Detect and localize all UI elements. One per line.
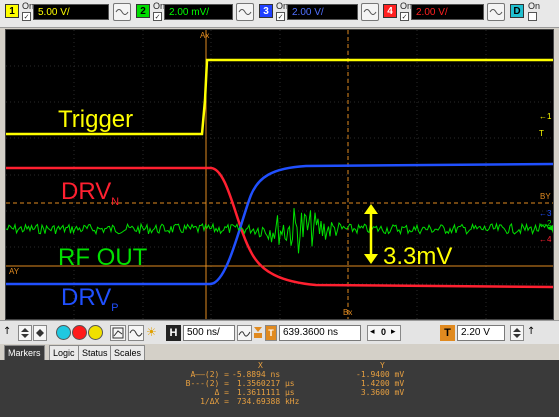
drvn-annotation: DRVN (61, 180, 119, 208)
marker-ax-label[interactable]: Ax (200, 32, 209, 40)
timebase-wave-icon[interactable] (237, 325, 252, 341)
channel-4-offset-indicator[interactable]: ←4 (539, 236, 551, 244)
marker-b-y: 1.4200 mV (356, 379, 405, 388)
delay-marker-icon[interactable] (253, 325, 263, 341)
zoom-right-icon[interactable]: ▸ (391, 327, 396, 337)
channel-3-scale-field[interactable]: 2.00 V/ (287, 4, 358, 20)
tab-scales[interactable]: Scales (110, 345, 146, 360)
bottom-tabs: Markers Logic Status Scales (0, 344, 559, 360)
trigger-slope-icon[interactable]: ↑ (527, 325, 539, 341)
channel-3-button[interactable]: 3 (259, 4, 273, 18)
channel-4-scale-field[interactable]: 2.00 V/ (411, 4, 484, 20)
trigger-arrow-icon[interactable]: ↑ (3, 325, 15, 341)
marker-ay-label[interactable]: AY (9, 268, 19, 276)
channel-4-button[interactable]: 4 (383, 4, 397, 18)
marker-b-x: 1.3560217 µs (232, 379, 295, 388)
channel-2-coupling-icon[interactable] (236, 3, 254, 21)
digital-button[interactable]: D (510, 4, 524, 18)
trigger-annotation: Trigger (58, 106, 134, 133)
digital-on-checkbox[interactable] (528, 12, 537, 21)
marker-a-y: -1.9400 mV (356, 370, 405, 379)
channel-4-on-checkbox[interactable]: ✓ (400, 12, 409, 21)
waveform-tool-icon[interactable] (128, 325, 144, 341)
trigger-level-field[interactable]: 2.20 V (457, 325, 505, 341)
rfout-annotation: RF OUT (58, 244, 148, 271)
drvn-main-text: DRV (61, 178, 112, 205)
zoom-value: 0 (381, 327, 387, 337)
control-toolbar: ↑ ☀ H 500 ns/ T 639.3600 ns ◂ 0 ▸ T 2.20… (0, 320, 559, 344)
spin-leftright-button[interactable] (33, 325, 47, 341)
delay-reference-icon[interactable]: T (265, 325, 277, 341)
channel-1-trigger-indicator[interactable]: T (539, 130, 544, 138)
autoscale-icon[interactable] (110, 325, 126, 341)
marker-b-name: B---(2) = (185, 379, 229, 388)
marker-delta-x: 1.3611111 µs (232, 388, 295, 397)
marker-bx-label[interactable]: Bx (343, 309, 352, 317)
marker-a-x: -5.8894 ns (232, 370, 281, 379)
tab-logic[interactable]: Logic (49, 345, 79, 360)
oscilloscope-app: 1 On ✓ 5.00 V/ 2 On ✓ 2.00 mV/ 3 On ✓ 2.… (0, 0, 559, 417)
marker-inv-delta-name: 1/ΔX = (200, 397, 229, 406)
horizontal-label: H (166, 325, 181, 341)
channel-1-offset-indicator[interactable]: ←1 (539, 113, 551, 121)
drvp-subscript: P (111, 301, 119, 314)
zoom-stepper[interactable]: ◂ 0 ▸ (367, 325, 401, 341)
channel-1-scale-field[interactable]: 5.00 V/ (33, 4, 109, 20)
amplitude-annotation: 3.3mV (383, 243, 453, 270)
tab-status[interactable]: Status (78, 345, 112, 360)
channel-2-on-checkbox[interactable]: ✓ (153, 12, 162, 21)
marker-inv-delta-x: 734.69388 kHz (232, 397, 300, 406)
channel-3-offset-indicator[interactable]: ←3 (539, 210, 551, 218)
timebase-field[interactable]: 500 ns/ (183, 325, 235, 341)
channel-bar: 1 On ✓ 5.00 V/ 2 On ✓ 2.00 mV/ 3 On ✓ 2.… (0, 0, 559, 28)
digital-on-label: On (528, 1, 541, 11)
marker-by-label[interactable]: BY (540, 193, 551, 201)
channel-1-button[interactable]: 1 (5, 4, 19, 18)
markers-header-y: Y (380, 361, 385, 370)
channel-1-coupling-icon[interactable] (113, 3, 131, 21)
stop-red-icon[interactable] (72, 325, 87, 340)
channel-3-on-checkbox[interactable]: ✓ (276, 12, 285, 21)
channel-1-on-checkbox[interactable]: ✓ (22, 12, 31, 21)
trigger-label: T (440, 325, 455, 341)
drvn-subscript: N (111, 195, 120, 208)
channel-4-coupling-icon[interactable] (487, 3, 505, 21)
tab-markers[interactable]: Markers (4, 345, 45, 360)
zoom-left-icon[interactable]: ◂ (370, 327, 375, 337)
channel-2-scale-field[interactable]: 2.00 mV/ (164, 4, 233, 20)
channel-2-button[interactable]: 2 (136, 4, 150, 18)
markers-panel: X Y A——(2) = -5.8894 ns -1.9400 mV B---(… (0, 360, 559, 417)
run-control-cyan-icon[interactable] (56, 325, 71, 340)
delay-field[interactable]: 639.3600 ns (279, 325, 361, 341)
single-yellow-icon[interactable] (88, 325, 103, 340)
spin-updown-button[interactable] (18, 325, 32, 341)
trigger-level-updown[interactable] (510, 325, 524, 341)
marker-delta-y: 3.3600 mV (356, 388, 405, 397)
markers-header-x: X (258, 361, 263, 370)
marker-delta-name: Δ = (214, 388, 229, 397)
waveform-display[interactable]: Ax Bx AY BY ←1 T ←3 ←2 ←4 Trigger DRVN R… (5, 29, 554, 320)
channel-2-offset-indicator[interactable]: ←2 (539, 220, 551, 228)
brightness-icon[interactable]: ☀ (146, 325, 162, 341)
waveform-canvas (6, 30, 553, 319)
channel-3-coupling-icon[interactable] (361, 3, 379, 21)
marker-a-name: A——(2) = (190, 370, 229, 379)
amplitude-arrow (364, 204, 378, 264)
drvp-main-text: DRV (61, 284, 112, 311)
drvp-annotation: DRVP (61, 286, 118, 314)
